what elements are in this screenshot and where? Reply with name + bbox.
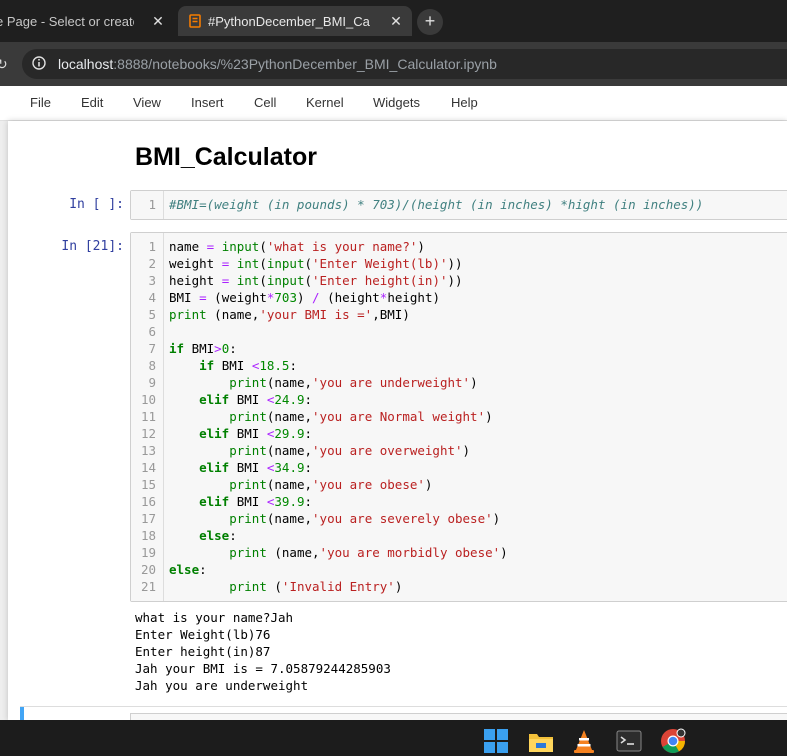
file-explorer-icon[interactable] (528, 728, 554, 754)
code-line: #BMI=(weight (in pounds) * 703)/(height … (169, 197, 704, 212)
code-line: if BMI <18.5: (199, 358, 297, 373)
code-line: print(name,'you are severely obese') (229, 511, 501, 526)
code-line: print(name,'you are overweight') (229, 443, 471, 458)
code-line: elif BMI <34.9: (199, 460, 313, 475)
code-line: weight = int(input('Enter Weight(lb)')) (169, 256, 463, 271)
code-line: height = int(input('Enter height(in)')) (169, 273, 463, 288)
line-number: 12 (140, 426, 156, 441)
browser-tab-bar: e Page - Select or create a ✕ #PythonDec… (0, 0, 787, 42)
output-line: Enter height(in)87 (135, 644, 271, 659)
notebook-favicon-icon (189, 14, 201, 28)
menu-help[interactable]: Help (451, 95, 478, 110)
url-host: localhost (58, 56, 114, 72)
tab-close-icon[interactable]: ✕ (150, 13, 166, 29)
menu-edit[interactable]: Edit (81, 95, 103, 110)
menu-view[interactable]: View (133, 95, 161, 110)
code-line: if BMI>0: (169, 341, 237, 356)
line-number: 5 (148, 307, 156, 322)
code-line: else: (169, 562, 207, 577)
code-cell-2-input[interactable]: 1 2 3 4 5 6 7 8 9 10 11 12 13 14 15 16 17 18 19 20 21 name =… (130, 232, 787, 602)
code-line: elif BMI <29.9: (199, 426, 313, 441)
line-number: 15 (140, 477, 156, 492)
cell-prompt: In [ ]: (69, 197, 124, 212)
vlc-icon[interactable] (571, 728, 597, 754)
site-info-icon[interactable] (32, 56, 46, 70)
line-number: 16 (140, 494, 156, 509)
line-number: 11 (140, 409, 156, 424)
markdown-heading[interactable]: BMI_Calculator (135, 143, 317, 172)
tab-home-page[interactable]: e Page - Select or create a ✕ (0, 6, 174, 36)
output-line: what is your name?Jah (135, 610, 294, 625)
tab-close-icon[interactable]: ✕ (388, 13, 404, 29)
url-text: localhost:8888/notebooks/%23PythonDecemb… (58, 56, 497, 72)
line-number: 2 (148, 256, 156, 271)
output-line: Enter Weight(lb)76 (135, 627, 271, 642)
line-number-gutter: 1 (131, 191, 164, 219)
code-line: print(name,'you are obese') (229, 477, 433, 492)
next-cell[interactable] (20, 706, 787, 722)
line-number-gutter: 1 2 3 4 5 6 7 8 9 10 11 12 13 14 15 16 17 18 19 20 21 (131, 233, 164, 601)
reload-icon[interactable]: ↻ (0, 56, 8, 72)
cell-prompt: In [21]: (61, 239, 124, 254)
code-line: elif BMI <24.9: (199, 392, 313, 407)
url-path: :8888/notebooks/%23PythonDecember_BMI_Ca… (113, 56, 497, 72)
menu-insert[interactable]: Insert (191, 95, 224, 110)
line-number: 13 (140, 443, 156, 458)
terminal-icon[interactable] (616, 728, 642, 754)
code-line: elif BMI <39.9: (199, 494, 313, 509)
code-line: name = input('what is your name?') (169, 239, 425, 254)
line-number: 6 (148, 324, 156, 339)
code-line: print ('Invalid Entry') (229, 579, 403, 594)
line-number: 10 (140, 392, 156, 407)
menu-widgets[interactable]: Widgets (373, 95, 420, 110)
windows-taskbar (0, 720, 787, 756)
menu-file[interactable]: File (30, 95, 51, 110)
output-line: Jah you are underweight (135, 678, 309, 693)
browser-toolbar: ↻ localhost:8888/notebooks/%23PythonDece… (0, 42, 787, 86)
jupyter-menubar: File Edit View Insert Cell Kernel Widget… (0, 86, 787, 121)
code-line: print(name,'you are underweight') (229, 375, 478, 390)
line-number: 21 (140, 579, 156, 594)
line-number: 14 (140, 460, 156, 475)
code-line: else: (199, 528, 237, 543)
code-line: BMI = (weight*703) / (height*height) (169, 290, 440, 305)
code-line: print (name,'you are morbidly obese') (229, 545, 508, 560)
windows-start-icon[interactable] (483, 728, 509, 754)
line-number: 8 (148, 358, 156, 373)
line-number: 1 (148, 197, 156, 212)
tab-title: #PythonDecember_BMI_Calculat (208, 13, 370, 29)
line-number: 4 (148, 290, 156, 305)
menu-cell[interactable]: Cell (254, 95, 276, 110)
selected-cell-indicator (20, 707, 24, 721)
address-bar[interactable]: localhost:8888/notebooks/%23PythonDecemb… (22, 49, 787, 79)
cell-output: what is your name?Jah Enter Weight(lb)76 E… (135, 609, 391, 694)
tab-bmi-notebook[interactable]: #PythonDecember_BMI_Calculat ✕ (178, 6, 412, 36)
line-number: 17 (140, 511, 156, 526)
line-number: 20 (140, 562, 156, 577)
line-number: 18 (140, 528, 156, 543)
line-number: 1 (148, 239, 156, 254)
line-number: 19 (140, 545, 156, 560)
line-number: 7 (148, 341, 156, 356)
code-cell-1-input[interactable]: 1 #BMI=(weight (in pounds) * 703)/(heigh… (130, 190, 787, 220)
tab-title: e Page - Select or create a (0, 13, 134, 29)
line-number: 9 (148, 375, 156, 390)
code-line: print(name,'you are Normal weight') (229, 409, 493, 424)
code-line: print (name,'your BMI is =',BMI) (169, 307, 410, 322)
chrome-icon[interactable] (660, 728, 686, 754)
line-number: 3 (148, 273, 156, 288)
new-tab-button[interactable]: + (417, 9, 443, 35)
menu-kernel[interactable]: Kernel (306, 95, 344, 110)
output-line: Jah your BMI is = 7.05879244285903 (135, 661, 391, 676)
